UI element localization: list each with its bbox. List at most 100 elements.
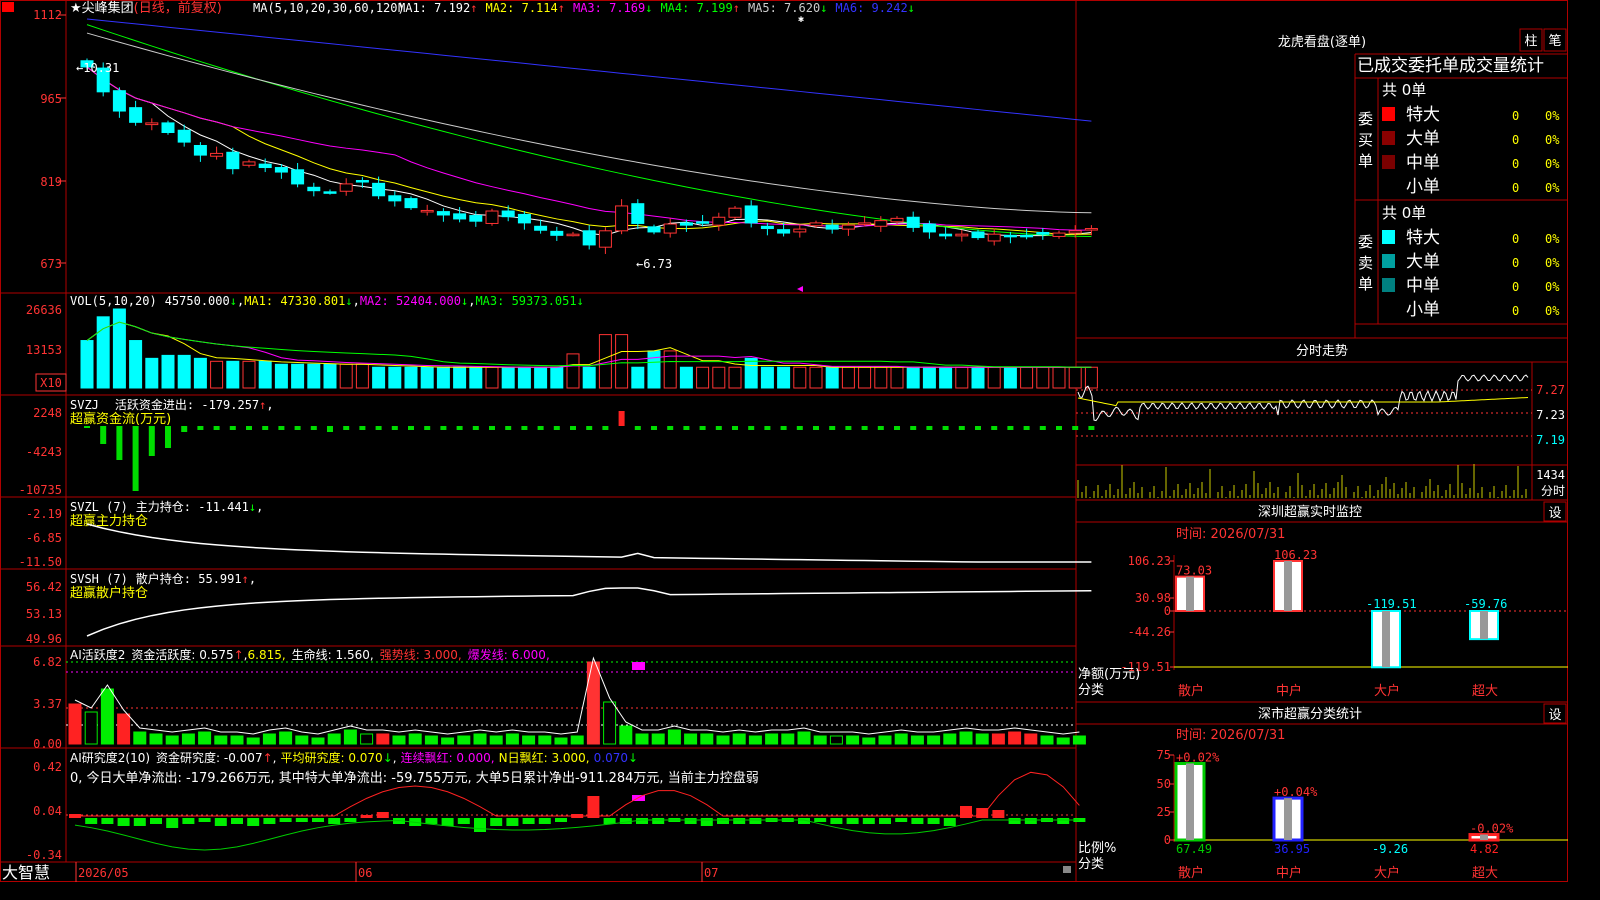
ai-research-bar: [538, 818, 551, 824]
candle: [566, 233, 580, 237]
ai-active-bar: [878, 735, 892, 745]
volume-bar: [906, 366, 920, 389]
sz-stats-pct: +0.02%: [1176, 751, 1220, 765]
lhb-row-count: 0: [1512, 109, 1519, 123]
ai-active-bar: [797, 731, 811, 745]
svzj-bar: [262, 426, 269, 430]
lhb-row-pct: 0%: [1545, 109, 1560, 123]
candle: [355, 180, 369, 183]
svzj-bar: [748, 426, 755, 430]
svzj-bar: [634, 426, 641, 430]
volume-bar: [922, 366, 936, 389]
volume-bar: [744, 357, 758, 389]
volume-bar: [112, 308, 126, 389]
candle: [582, 230, 596, 246]
svzj-bar: [310, 426, 317, 430]
candle: [922, 223, 936, 233]
ai-research-summary: 0, 今日大单净流出: -179.266万元, 其中特大单净流出: -59.75…: [70, 770, 759, 786]
svzj-bar: [116, 426, 123, 460]
ma-params: MA(5,10,20,30,60,120): [253, 1, 405, 15]
volume-bar: [760, 366, 774, 389]
ai-research-bar: [312, 818, 324, 822]
scroll-marker-icon[interactable]: [797, 286, 803, 292]
ai-research-bar: [198, 818, 211, 822]
volume-bar: [307, 363, 321, 389]
volume-bar: [874, 366, 888, 389]
svzj-bar: [505, 426, 512, 430]
ai-research-bar: [717, 818, 729, 824]
ai-research-panel[interactable]: 0.42 0.04 -0.34 AI研究度2(10) 资金研究度: -0.007↑…: [26, 750, 1086, 862]
candle: [744, 205, 758, 224]
sz-monitor-title: 深圳超赢实时监控: [1258, 504, 1362, 520]
lhb-panel[interactable]: 龙虎看盘(逐单) 柱 笔 已成交委托单成交量统计 共 0单 共 0单 委买单 委…: [1278, 28, 1567, 320]
svsh-panel[interactable]: 56.42 53.13 49.96 SVSH (7) 散户持仓: 55.991↑,…: [26, 571, 1092, 646]
volume-bar: [971, 366, 985, 389]
ai-active-bar: [862, 737, 876, 745]
chart-menu-icon[interactable]: [2, 2, 14, 12]
ai-active-bar: [1056, 737, 1070, 745]
brand-label: 大智慧: [2, 863, 50, 882]
volume-bar: [1020, 366, 1034, 389]
ai-research-bar: [522, 818, 535, 824]
volume-panel[interactable]: 26636 13153 X10 VOL(5,10,20) 45750.000↓,M…: [26, 294, 1098, 392]
panel-frames: [0, 0, 1568, 882]
sz-monitor-category: 散户: [1178, 683, 1204, 699]
candle: [550, 230, 564, 236]
ai-active-bar: [360, 733, 374, 745]
volume-bar: [355, 363, 369, 389]
ai-research-bar: [328, 818, 341, 824]
ai-active-bar: [149, 733, 163, 745]
x-tick: 07: [704, 866, 718, 880]
ai-research-bar: [133, 818, 146, 826]
ai-research-bar: [652, 818, 665, 824]
ai-active-bar: [473, 733, 487, 745]
svzj-panel[interactable]: 2248 -4243 -10735 SVZJ 活跃资金进出: -179.257↑,…: [19, 397, 1095, 497]
intraday-price-tick: 7.19: [1536, 433, 1565, 447]
svzj-bar: [877, 426, 884, 430]
lhb-title: 龙虎看盘(逐单): [1278, 34, 1366, 50]
lock-icon[interactable]: [1063, 866, 1071, 873]
ai-active-bar: [1008, 731, 1022, 745]
volume-bar: [177, 354, 191, 389]
sz-stats-value: 4.82: [1470, 842, 1499, 856]
sz-monitor-y-tick: 30.98: [1135, 591, 1171, 605]
volume-bar: [242, 360, 256, 389]
kline-panel[interactable]: 1112 965 819 673 ★尖峰集团(日线，前复权) MA(5,10,2…: [2, 0, 1098, 292]
svzj-y-tick: -10735: [19, 483, 62, 497]
vol-ma-value: MA3: 59373.051: [475, 294, 576, 308]
svzj-bar: [100, 426, 107, 444]
ma-line: [86, 32, 1092, 214]
close-icon[interactable]: ✱: [798, 14, 804, 25]
sz-monitor-panel[interactable]: 深圳超赢实时监控 设 时间: 2026/07/31 106.23 30.980 -4…: [1078, 501, 1568, 699]
sz-stats-panel[interactable]: 深市超赢分类统计 设 时间: 2026/07/31 75 50 25 0 比例% 分类…: [1078, 703, 1568, 881]
sz-stats-pct: +0.04%: [1274, 785, 1318, 799]
ai-active-bar: [619, 725, 633, 745]
svzj-y-tick: 2248: [33, 406, 62, 420]
time-axis: 大智慧 2026/05 06 07: [2, 862, 1071, 882]
svzl-panel[interactable]: -2.19 -6.85 -11.50 SVZL (7) 主力持仓: -11.441…: [19, 499, 1092, 569]
svzj-bar: [618, 411, 625, 426]
ai-active-bar: [894, 733, 908, 745]
volume-bar: [939, 366, 953, 389]
svsh-label: SVSH (7) 散户持仓: 55.991↑,: [70, 571, 256, 586]
ma-value: MA5: 7.620: [748, 1, 820, 15]
ai-active-bar: [700, 733, 714, 745]
intraday-panel[interactable]: 分时走势 7.27 7.23 7.19 1434 分时: [1076, 343, 1565, 498]
volume-bar: [323, 363, 337, 389]
ai-active-bar: [554, 737, 568, 745]
ai-research-bar: [927, 818, 940, 824]
ai-research-bar: [457, 818, 470, 824]
sz-stats-category: 中户: [1276, 865, 1302, 881]
lhb-color-swatch: [1382, 254, 1395, 268]
ai-research-bar: [490, 818, 503, 826]
svzj-bar: [537, 426, 544, 430]
ai-active-y-tick: 6.82: [33, 655, 62, 669]
candle: [274, 167, 288, 173]
svzj-bar: [132, 426, 139, 491]
ai-research-bar: [846, 818, 859, 824]
candle: [890, 217, 904, 223]
ai-research-y-tick: 0.04: [33, 804, 62, 818]
ai-active-panel[interactable]: 6.82 3.37 0.00 AI活跃度2 资金活跃度: 0.575↑,6.815…: [33, 647, 1086, 751]
ai-research-bar: [587, 796, 600, 818]
ma-line: [86, 24, 1092, 238]
